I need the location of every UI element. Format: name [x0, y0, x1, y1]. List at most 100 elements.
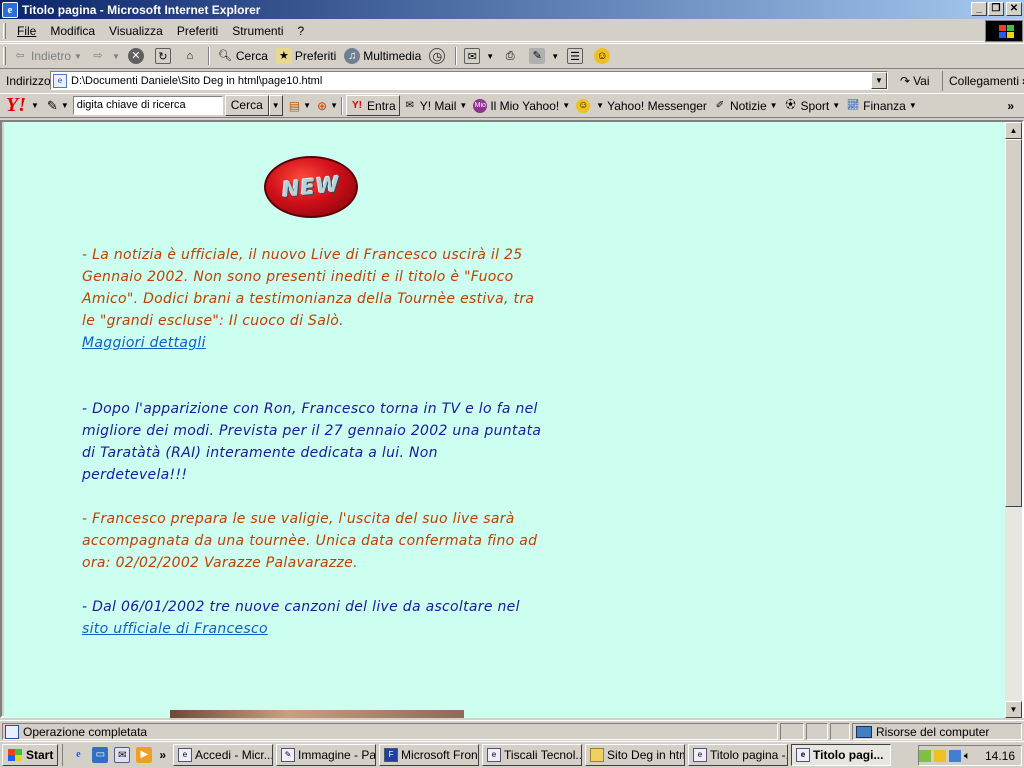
clock[interactable]: 14.16 — [985, 749, 1015, 763]
edit-icon: ✎ — [529, 48, 546, 64]
browser-viewport: NEW - La notizia è ufficiale, il nuovo L… — [0, 120, 1024, 718]
yahoo-search-input[interactable]: digita chiave di ricerca — [72, 96, 223, 115]
more-details-link[interactable]: Maggiori dettagli — [82, 335, 206, 351]
chevron-down-icon[interactable]: ▼ — [562, 101, 570, 110]
search-button[interactable]: 🔍︎ Cerca — [213, 45, 272, 67]
status-cell — [780, 723, 804, 740]
scroll-down-button[interactable]: ▼ — [1005, 701, 1022, 718]
toolbar-more-icon[interactable]: » — [1007, 99, 1014, 113]
vertical-scrollbar[interactable]: ▲ ▼ — [1005, 122, 1022, 718]
task-button[interactable]: F Microsoft Fron... — [379, 744, 480, 766]
ie-quicklaunch-icon[interactable]: e — [70, 747, 86, 763]
print-button[interactable]: ⎙ — [498, 45, 525, 67]
chevron-down-icon[interactable]: ▼ — [74, 52, 82, 61]
task-button[interactable]: e Accedi - Micr... — [173, 744, 274, 766]
toolbar-separator — [207, 47, 210, 65]
yahoo-mail-button[interactable]: ✉ Y! Mail ▼ — [400, 99, 471, 113]
multimedia-button[interactable]: ♫ Multimedia — [340, 45, 425, 67]
news-icon: ✐ — [715, 99, 725, 111]
volume-icon[interactable]: 🔈︎ — [964, 750, 976, 762]
chevron-down-icon[interactable]: ▼ — [303, 101, 311, 110]
chevron-down-icon[interactable]: ▼ — [770, 101, 778, 110]
task-button[interactable]: Sito Deg in html — [585, 744, 686, 766]
home-button[interactable]: ⌂ — [178, 45, 205, 67]
messenger-button[interactable]: ☺ — [590, 45, 617, 67]
go-button[interactable]: ↷ Vai — [896, 71, 934, 91]
menu-preferiti[interactable]: Preferiti — [170, 24, 225, 38]
refresh-button[interactable]: ↻ — [151, 45, 178, 67]
chevron-down-icon[interactable]: ▼ — [330, 101, 338, 110]
toolbar-separator — [341, 96, 344, 115]
links-button[interactable]: Collegamenti » — [942, 71, 1024, 91]
task-button[interactable]: e Titolo pagina -... — [688, 744, 789, 766]
task-button[interactable]: e Tiscali Tecnol... — [482, 744, 583, 766]
address-input[interactable]: e D:\Documenti Daniele\Sito Deg in html\… — [50, 71, 888, 90]
my-yahoo-button[interactable]: Mio Il Mio Yahoo! ▼ — [470, 98, 573, 113]
menu-modifica[interactable]: Modifica — [43, 24, 102, 38]
new-badge-image: NEW — [264, 156, 358, 218]
page-content: NEW - La notizia è ufficiale, il nuovo L… — [4, 122, 1006, 718]
yahoo-search-button[interactable]: Cerca — [224, 95, 269, 116]
stop-button[interactable]: ✕ — [124, 45, 151, 67]
task-button-active[interactable]: e Titolo pagi... — [791, 744, 892, 766]
yahoo-sport-button[interactable]: ⚽︎ Sport ▼ — [781, 99, 844, 113]
desktop-quicklaunch-icon[interactable]: ▭ — [92, 747, 109, 763]
chevron-down-icon[interactable]: ▼ — [61, 101, 69, 110]
print-icon: ⎙ — [505, 50, 515, 62]
menu-visualizza[interactable]: Visualizza — [102, 24, 170, 38]
chevron-down-icon[interactable]: ▼ — [596, 101, 604, 110]
close-button[interactable]: ✕ — [1006, 2, 1022, 16]
tray-icon[interactable] — [934, 749, 946, 762]
ie-icon: e — [796, 748, 811, 762]
menu-help[interactable]: ? — [291, 24, 312, 38]
toolbar-grip[interactable] — [3, 22, 6, 39]
chevron-down-icon[interactable]: ▼ — [112, 52, 120, 61]
scroll-thumb[interactable] — [1005, 139, 1022, 507]
task-button[interactable]: ✎ Immagine - Pa... — [276, 744, 377, 766]
outlook-quicklaunch-icon[interactable]: ✉ — [114, 747, 131, 763]
discuss-button[interactable]: ☰ — [563, 45, 590, 67]
yahoo-finance-button[interactable]: 📈︎ Finanza ▼ — [843, 99, 920, 113]
frontpage-icon: F — [384, 748, 399, 762]
chevron-down-icon[interactable]: ▼ — [909, 101, 917, 110]
address-label: Indirizzo — [6, 74, 51, 88]
target-icon[interactable]: ⊕ — [317, 99, 327, 113]
edit-button[interactable]: ✎ ▼ — [525, 45, 563, 67]
tray-icon[interactable] — [919, 749, 932, 762]
chevron-down-icon[interactable]: ▼ — [459, 101, 467, 110]
favorites-button[interactable]: ★ Preferiti — [272, 45, 340, 67]
pencil-icon[interactable]: ✎ — [47, 98, 58, 114]
chevron-down-icon[interactable]: ▼ — [551, 52, 559, 61]
yahoo-news-button[interactable]: ✐ Notizie ▼ — [710, 99, 781, 113]
chevron-down-icon[interactable]: ▼ — [832, 101, 840, 110]
home-icon: ⌂ — [186, 50, 194, 62]
maximize-button[interactable]: ❐ — [988, 2, 1004, 16]
yahoo-entra-button[interactable]: Y! Entra — [346, 95, 400, 116]
chevron-down-icon[interactable]: ▼ — [486, 52, 494, 61]
photo-image — [170, 710, 464, 718]
mail-icon: ✉ — [464, 48, 481, 64]
forward-button[interactable]: ⇨ ▼ — [86, 45, 124, 67]
chevron-down-icon[interactable]: ▼ — [31, 101, 39, 110]
official-site-link[interactable]: sito ufficiale di Francesco — [82, 621, 268, 637]
menu-file[interactable]: File — [10, 24, 43, 38]
menu-strumenti[interactable]: Strumenti — [225, 24, 290, 38]
yahoo-messenger-button[interactable]: ☺ ▼ Yahoo! Messenger — [573, 98, 710, 113]
soccer-ball-icon: ⚽︎ — [785, 99, 796, 111]
forward-arrow-icon: ⇨ — [93, 50, 103, 62]
minimize-button[interactable]: _ — [971, 2, 987, 16]
highlight-icon[interactable]: ▤ — [289, 99, 300, 113]
address-dropdown-button[interactable]: ▼ — [871, 72, 887, 89]
media-quicklaunch-icon[interactable]: ▶ — [136, 747, 153, 763]
start-button[interactable]: Start — [2, 744, 59, 766]
mail-button[interactable]: ✉ ▼ — [460, 45, 498, 67]
quicklaunch-more-icon[interactable]: » — [159, 748, 166, 762]
back-button[interactable]: ⇦ Indietro ▼ — [8, 45, 86, 67]
history-button[interactable]: ◷ — [425, 45, 452, 67]
yahoo-search-dropdown[interactable]: ▼ — [268, 95, 283, 116]
yahoo-logo[interactable]: Y! — [0, 94, 28, 117]
scroll-up-button[interactable]: ▲ — [1005, 122, 1022, 139]
tray-icon[interactable] — [949, 749, 961, 762]
toolbar-grip[interactable] — [3, 47, 6, 65]
title-bar: e Titolo pagina - Microsoft Internet Exp… — [0, 0, 1024, 19]
